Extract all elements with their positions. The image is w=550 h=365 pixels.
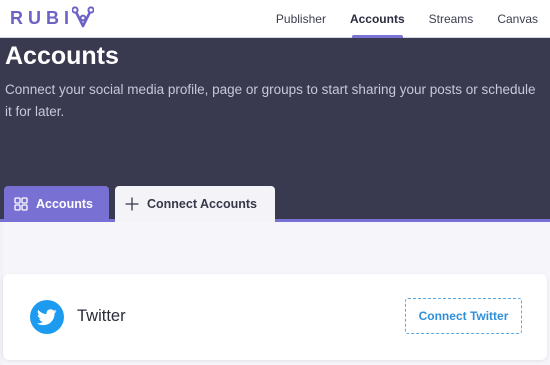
twitter-account-card: Twitter Connect Twitter <box>3 274 547 360</box>
nav-canvas[interactable]: Canvas <box>485 0 550 38</box>
accounts-tabs: Accounts Connect Accounts <box>4 186 275 222</box>
grid-icon <box>14 197 28 211</box>
tab-connect-accounts-label: Connect Accounts <box>147 197 257 211</box>
page-description: Connect your social media profile, page … <box>5 82 536 119</box>
plus-icon <box>125 197 139 211</box>
logo-wordmark: RUBI <box>10 7 74 28</box>
tab-connect-accounts[interactable]: Connect Accounts <box>115 186 275 222</box>
tab-accounts[interactable]: Accounts <box>4 186 109 222</box>
top-navigation-bar: RUBI Publisher Accounts Streams Canvas <box>0 0 550 38</box>
account-network-name: Twitter <box>77 307 126 325</box>
twitter-icon <box>30 300 64 334</box>
main-nav: Publisher Accounts Streams Canvas <box>264 0 550 38</box>
page-title: Accounts <box>5 42 119 70</box>
rubiv-logo[interactable]: RUBI <box>10 6 94 30</box>
logo-v-mark-icon <box>72 6 94 28</box>
connect-twitter-button[interactable]: Connect Twitter <box>405 298 522 334</box>
nav-streams[interactable]: Streams <box>417 0 486 38</box>
nav-accounts[interactable]: Accounts <box>338 0 417 38</box>
nav-publisher[interactable]: Publisher <box>264 0 338 38</box>
tab-accounts-label: Accounts <box>36 197 93 211</box>
